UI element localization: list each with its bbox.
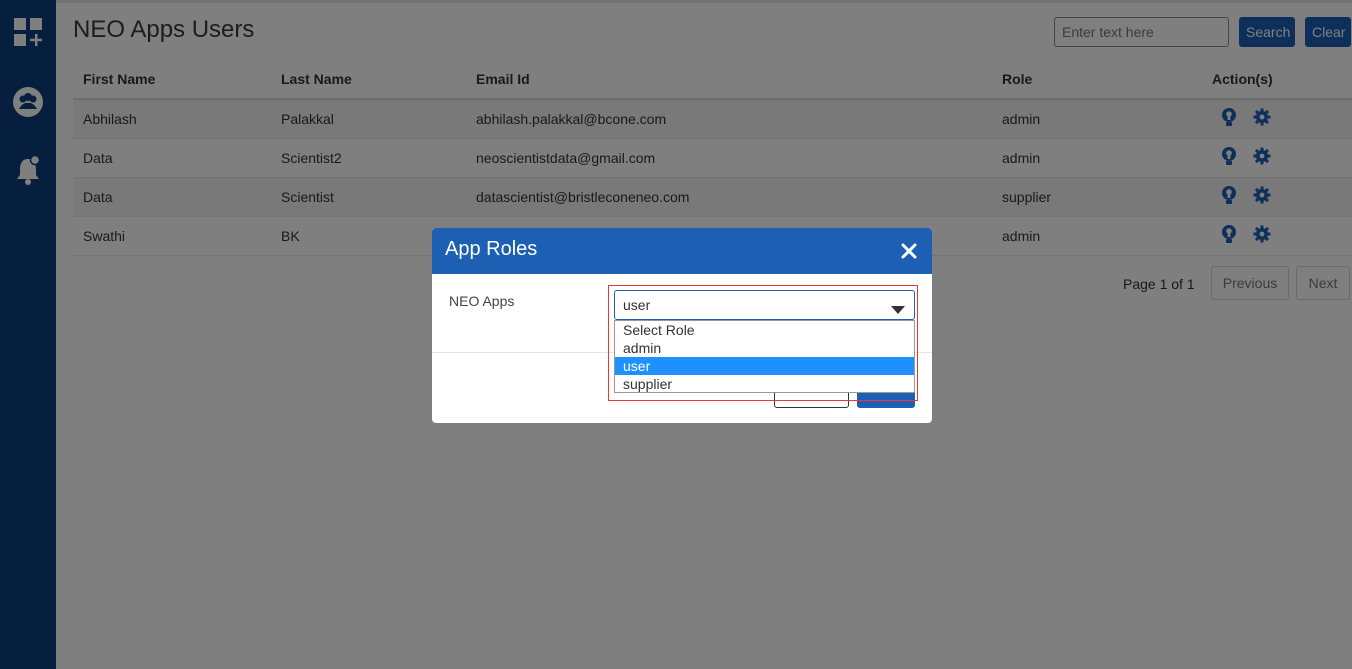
chevron-down-icon (891, 301, 905, 319)
role-option-admin[interactable]: admin (615, 339, 914, 357)
role-option-select-role[interactable]: Select Role (615, 321, 914, 339)
dialog-header: App Roles (432, 228, 932, 274)
role-dropdown-list: Select Role admin user supplier (614, 320, 915, 393)
neo-apps-label: NEO Apps (449, 293, 515, 309)
role-option-supplier[interactable]: supplier (615, 375, 914, 393)
role-select-value: user (623, 297, 651, 313)
role-select[interactable]: user (614, 290, 915, 320)
close-icon[interactable] (898, 240, 920, 262)
app-roles-dialog: App Roles NEO Apps user Select Role admi… (432, 228, 932, 423)
dialog-title: App Roles (445, 238, 538, 260)
role-option-user[interactable]: user (615, 357, 914, 375)
